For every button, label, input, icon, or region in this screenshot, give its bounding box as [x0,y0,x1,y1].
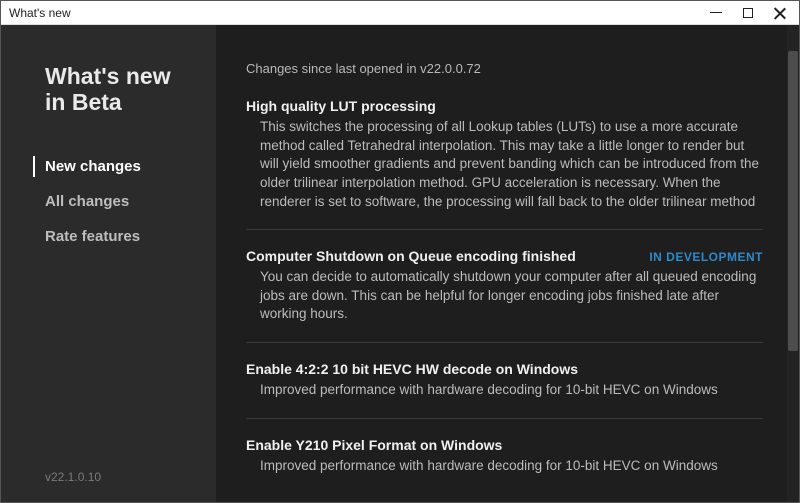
feature-title: Computer Shutdown on Queue encoding fini… [246,248,576,264]
maximize-icon [743,8,753,18]
close-button[interactable] [773,6,787,20]
maximize-button[interactable] [741,6,755,20]
window-root: What's new What's newin Beta New changes… [0,0,800,503]
feature-description: This switches the processing of all Look… [246,114,763,211]
minimize-icon [710,12,722,14]
divider [246,229,763,230]
close-icon [774,7,786,19]
sidebar-item-all-changes[interactable]: All changes [33,191,216,212]
feature-description: You can decide to automatically shutdown… [246,264,763,324]
sidebar-item-label: Rate features [45,228,140,245]
feature-item: Enable 4:2:2 10 bit HEVC HW decode on Wi… [246,361,763,400]
sidebar-item-rate-features[interactable]: Rate features [33,226,216,247]
sidebar-item-new-changes[interactable]: New changes [33,156,216,177]
feature-item: Enable Y210 Pixel Format on Windows Impr… [246,437,763,476]
divider [246,418,763,419]
divider [246,342,763,343]
client-area: What's newin Beta New changes All change… [1,25,799,502]
scroll-area[interactable]: Changes since last opened in v22.0.0.72 … [216,25,787,502]
feature-item: High quality LUT processing This switche… [246,98,763,211]
sidebar-item-label: New changes [45,158,141,175]
feature-description: Improved performance with hardware decod… [246,453,763,476]
window-title: What's new [1,6,71,20]
titlebar: What's new [1,1,799,25]
sidebar-item-label: All changes [45,193,129,210]
sidebar: What's newin Beta New changes All change… [1,25,216,502]
feature-title: Enable 4:2:2 10 bit HEVC HW decode on Wi… [246,361,578,377]
vertical-scrollbar[interactable] [787,25,799,502]
content-area: Changes since last opened in v22.0.0.72 … [216,25,799,502]
version-label: v22.1.0.10 [1,452,216,502]
feature-title: Enable Y210 Pixel Format on Windows [246,437,502,453]
feature-title: High quality LUT processing [246,98,436,114]
sidebar-nav: New changes All changes Rate features [1,156,216,247]
scrollbar-thumb[interactable] [788,51,798,351]
feature-description: Improved performance with hardware decod… [246,377,763,400]
feature-item: Computer Shutdown on Queue encoding fini… [246,248,763,324]
page-title: What's newin Beta [1,63,216,116]
window-controls [709,6,799,20]
status-badge: IN DEVELOPMENT [649,250,763,264]
minimize-button[interactable] [709,6,723,20]
changes-since-text: Changes since last opened in v22.0.0.72 [246,61,763,76]
